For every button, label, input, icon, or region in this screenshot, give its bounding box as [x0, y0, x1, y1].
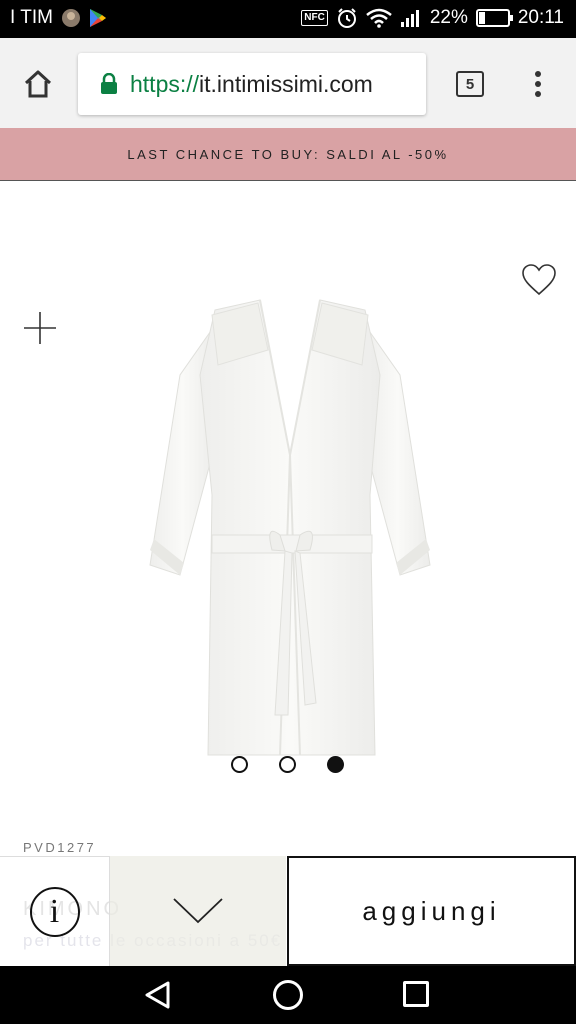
url-text: https://it.intimissimi.com: [130, 71, 373, 98]
notification-avatar-icon: [61, 9, 80, 27]
zoom-button[interactable]: [22, 310, 58, 346]
lock-icon: [100, 73, 118, 95]
wifi-icon: [366, 8, 392, 28]
add-to-cart-label: aggiungi: [362, 895, 501, 926]
status-right: NFC 22% 20:11: [301, 7, 564, 29]
url-host: it.intimissimi.com: [199, 70, 373, 97]
battery-fill: [478, 12, 486, 24]
carrier-label: I TIM: [10, 7, 53, 28]
recent-apps-icon[interactable]: [403, 981, 429, 1007]
wishlist-button[interactable]: [520, 262, 558, 298]
product-action-bar: i aggiungi: [0, 856, 576, 966]
plus-icon: [24, 312, 56, 344]
heart-icon: [522, 264, 556, 296]
system-nav-bar: [0, 966, 576, 1024]
browser-toolbar: https://it.intimissimi.com 5: [0, 38, 576, 128]
back-icon[interactable]: [143, 980, 173, 1010]
expand-details-button[interactable]: [110, 856, 286, 966]
play-store-icon: [89, 9, 106, 27]
url-scheme: https://: [130, 70, 200, 97]
tab-switcher-button[interactable]: 5: [456, 71, 484, 97]
home-nav-icon[interactable]: [273, 980, 303, 1010]
battery-icon: [475, 9, 513, 27]
home-icon: [24, 70, 52, 98]
info-button[interactable]: i: [0, 856, 110, 966]
status-left: I TIM: [10, 7, 107, 29]
image-carousel-dots: [0, 756, 576, 774]
nfc-icon: NFC: [301, 10, 328, 26]
home-button[interactable]: [18, 64, 58, 104]
chevron-down-icon: [173, 898, 223, 924]
overflow-menu-button[interactable]: [528, 68, 548, 100]
clock: 20:11: [517, 7, 564, 28]
product-image[interactable]: [140, 295, 440, 760]
info-icon: i: [29, 886, 80, 937]
product-sku: PVD1277: [23, 840, 97, 855]
carousel-dot-3[interactable]: [327, 756, 344, 773]
promo-text: LAST CHANCE TO BUY: SALDI AL -50%: [127, 146, 449, 162]
carousel-dot-1[interactable]: [231, 756, 248, 773]
alarm-icon: [337, 8, 356, 28]
menu-dot: [535, 81, 541, 87]
status-bar: I TIM NFC 22% 20:11: [0, 0, 576, 38]
add-to-cart-button[interactable]: aggiungi: [287, 856, 576, 966]
promo-banner[interactable]: LAST CHANCE TO BUY: SALDI AL -50%: [0, 128, 576, 181]
url-bar[interactable]: https://it.intimissimi.com: [78, 53, 426, 115]
signal-icon: [400, 10, 419, 27]
carousel-dot-2[interactable]: [279, 756, 296, 773]
battery-percent: 22%: [429, 7, 468, 28]
menu-dot: [535, 71, 541, 77]
menu-dot: [535, 91, 541, 97]
